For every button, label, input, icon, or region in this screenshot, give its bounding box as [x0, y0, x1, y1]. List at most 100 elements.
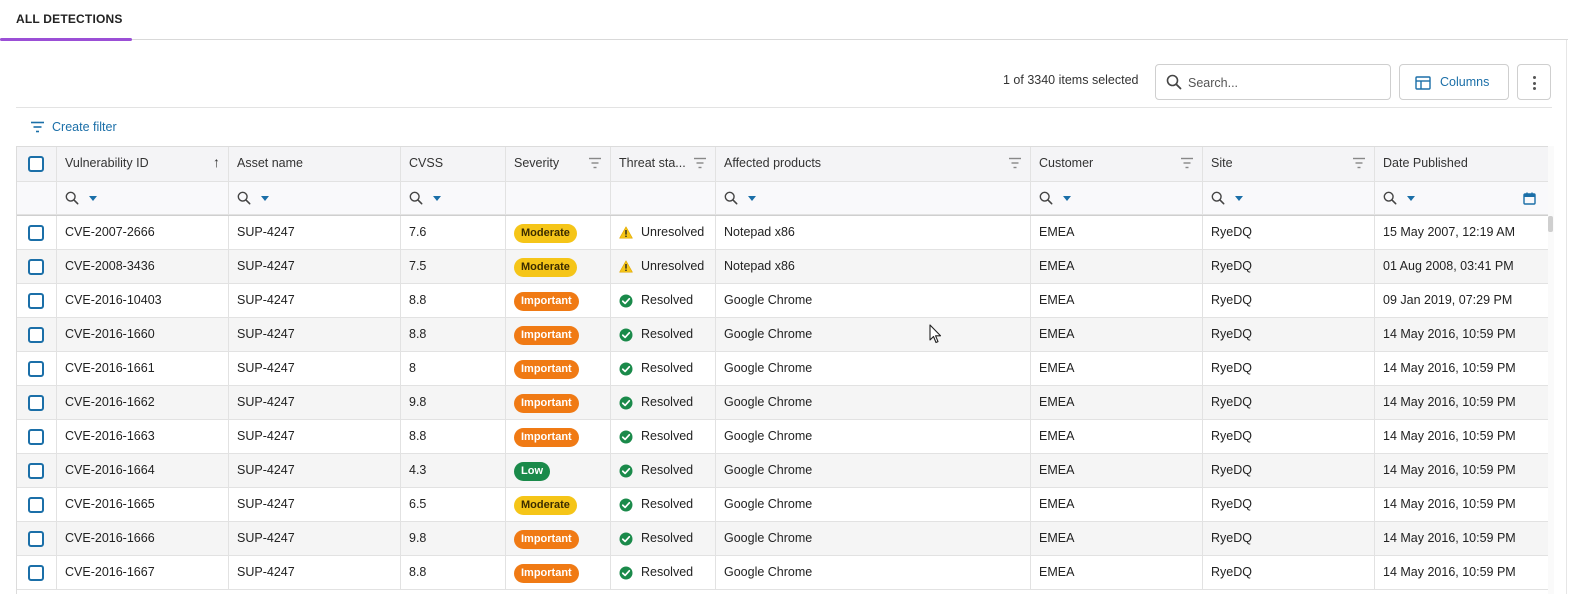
search-icon: [237, 191, 251, 205]
search-input[interactable]: [1188, 73, 1383, 93]
cell-threat-status: Resolved: [611, 488, 716, 522]
vulnerability-id: CVE-2016-1661: [65, 361, 155, 375]
cell-threat-status: Unresolved: [611, 250, 716, 284]
row-checkbox[interactable]: [28, 463, 44, 479]
row-checkbox[interactable]: [28, 429, 44, 445]
create-filter-label: Create filter: [52, 120, 117, 134]
table-row[interactable]: CVE-2016-1665 SUP-4247 6.5 Moderate Resolved…: [17, 488, 1548, 522]
column-filter-icon[interactable]: [1180, 157, 1194, 169]
chevron-down-icon[interactable]: [1235, 196, 1243, 201]
cell-affected-products: Google Chrome: [716, 488, 1031, 522]
filter-site[interactable]: [1203, 182, 1375, 215]
vulnerability-id: CVE-2016-1662: [65, 395, 155, 409]
more-options-button[interactable]: [1517, 64, 1551, 100]
search-box[interactable]: [1155, 64, 1391, 100]
chevron-down-icon[interactable]: [433, 196, 441, 201]
cell-threat-status: Resolved: [611, 318, 716, 352]
header-threat-status[interactable]: Threat sta...: [611, 147, 716, 182]
header-cvss[interactable]: CVSS: [401, 147, 506, 182]
chevron-down-icon[interactable]: [89, 196, 97, 201]
customer: EMEA: [1039, 395, 1075, 409]
date-published: 14 May 2016, 10:59 PM: [1383, 497, 1516, 511]
chevron-down-icon[interactable]: [748, 196, 756, 201]
cell-date-published: 14 May 2016, 10:59 PM: [1375, 352, 1548, 386]
filter-affected-products[interactable]: [716, 182, 1031, 215]
table-row[interactable]: CVE-2016-1667 SUP-4247 8.8 Important Resolve…: [17, 556, 1548, 590]
header-asset-name[interactable]: Asset name: [229, 147, 401, 182]
cvss-score: 8.8: [409, 327, 427, 341]
customer: EMEA: [1039, 565, 1075, 579]
table-row[interactable]: CVE-2016-10403 SUP-4247 8.8 Important Resolv…: [17, 284, 1548, 318]
asset-name: SUP-4247: [237, 327, 295, 341]
table-row[interactable]: CVE-2016-1661 SUP-4247 8 Important Resolved G…: [17, 352, 1548, 386]
severity-badge: Important: [514, 360, 579, 379]
header-severity[interactable]: Severity: [506, 147, 611, 182]
calendar-icon[interactable]: [1523, 192, 1536, 205]
row-checkbox[interactable]: [28, 395, 44, 411]
cell-cvss: 9.8: [401, 522, 506, 556]
threat-status: Unresolved: [641, 259, 705, 273]
row-checkbox[interactable]: [28, 293, 44, 309]
cell-affected-products: Notepad x86: [716, 216, 1031, 250]
row-checkbox[interactable]: [28, 327, 44, 343]
threat-status: Resolved: [641, 327, 694, 341]
asset-name: SUP-4247: [237, 395, 295, 409]
chevron-down-icon[interactable]: [261, 196, 269, 201]
vulnerability-id: CVE-2016-1667: [65, 565, 155, 579]
cell-asset-name: SUP-4247: [229, 318, 401, 352]
cell-affected-products: Google Chrome: [716, 454, 1031, 488]
chevron-down-icon[interactable]: [1407, 196, 1415, 201]
column-filter-icon[interactable]: [693, 157, 707, 169]
scrollbar-thumb[interactable]: [1548, 216, 1553, 232]
header-vulnerability-id[interactable]: Vulnerability ID ↑: [57, 147, 229, 182]
table-row[interactable]: CVE-2016-1662 SUP-4247 9.8 Important Resolve…: [17, 386, 1548, 420]
sort-ascending-icon[interactable]: ↑: [213, 154, 220, 170]
date-published: 01 Aug 2008, 03:41 PM: [1383, 259, 1514, 273]
header-label: Site: [1211, 156, 1233, 170]
row-checkbox[interactable]: [28, 225, 44, 241]
asset-name: SUP-4247: [237, 565, 295, 579]
tab-label: ALL DETECTIONS: [16, 12, 123, 26]
header-site[interactable]: Site: [1203, 147, 1375, 182]
search-icon: [1211, 191, 1225, 205]
filter-date-published[interactable]: [1375, 182, 1548, 215]
filter-cvss[interactable]: [401, 182, 506, 215]
column-filter-icon[interactable]: [1008, 157, 1022, 169]
affected-product: Google Chrome: [724, 463, 813, 477]
table-row[interactable]: CVE-2007-2666 SUP-4247 7.6 Moderate Unresolv…: [17, 216, 1548, 250]
table-row[interactable]: CVE-2016-1660 SUP-4247 8.8 Important Resolve…: [17, 318, 1548, 352]
cell-vulnerability-id: CVE-2016-1665: [57, 488, 229, 522]
customer: EMEA: [1039, 497, 1075, 511]
cell-threat-status: Resolved: [611, 386, 716, 420]
columns-button[interactable]: Columns: [1399, 64, 1509, 100]
column-filter-icon[interactable]: [1352, 157, 1366, 169]
header-date-published[interactable]: Date Published: [1375, 147, 1548, 182]
filter-vulnerability-id[interactable]: [57, 182, 229, 215]
column-filter-icon[interactable]: [588, 157, 602, 169]
row-checkbox[interactable]: [28, 531, 44, 547]
select-all-checkbox[interactable]: [28, 156, 44, 172]
row-checkbox[interactable]: [28, 361, 44, 377]
vertical-scrollbar[interactable]: [1548, 146, 1554, 594]
filter-customer[interactable]: [1031, 182, 1203, 215]
table-row[interactable]: CVE-2008-3436 SUP-4247 7.5 Moderate Unresolv…: [17, 250, 1548, 284]
cell-customer: EMEA: [1031, 454, 1203, 488]
cell-date-published: 14 May 2016, 10:59 PM: [1375, 420, 1548, 454]
header-label: Affected products: [724, 156, 822, 170]
cell-threat-status: Resolved: [611, 284, 716, 318]
header-label: Threat sta...: [619, 156, 686, 170]
affected-product: Google Chrome: [724, 395, 813, 409]
row-checkbox[interactable]: [28, 497, 44, 513]
threat-status: Resolved: [641, 463, 694, 477]
table-row[interactable]: CVE-2016-1664 SUP-4247 4.3 Low Resolved Googl…: [17, 454, 1548, 488]
header-affected-products[interactable]: Affected products: [716, 147, 1031, 182]
table-row[interactable]: CVE-2016-1666 SUP-4247 9.8 Important Resolve…: [17, 522, 1548, 556]
row-checkbox[interactable]: [28, 565, 44, 581]
tab-all-detections[interactable]: ALL DETECTIONS: [0, 0, 132, 41]
filter-asset-name[interactable]: [229, 182, 401, 215]
header-customer[interactable]: Customer: [1031, 147, 1203, 182]
cell-cvss: 8: [401, 352, 506, 386]
chevron-down-icon[interactable]: [1063, 196, 1071, 201]
table-row[interactable]: CVE-2016-1663 SUP-4247 8.8 Important Resolve…: [17, 420, 1548, 454]
row-checkbox[interactable]: [28, 259, 44, 275]
